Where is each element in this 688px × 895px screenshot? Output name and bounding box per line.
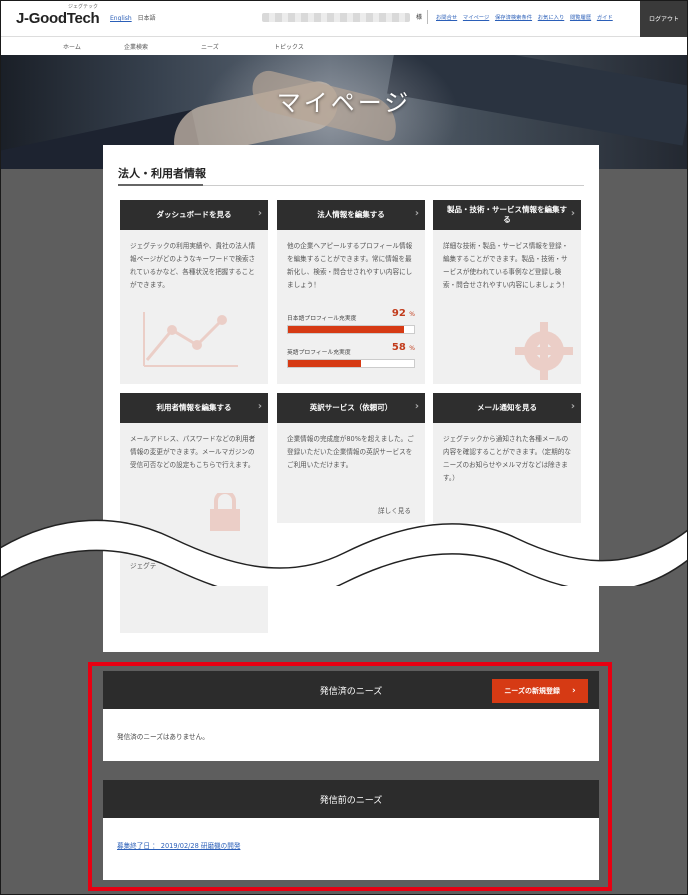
- nav-company-search[interactable]: 企業検索: [124, 42, 148, 51]
- card-products-header[interactable]: 製品・技術・サービス情報を編集する: [433, 200, 581, 230]
- profile-completion-bars: 日本語プロフィール充実度 92 % 英語プロフィール充実度 58 %: [287, 307, 415, 375]
- card-products-body: 詳細な技術・製品・サービス情報を登録・編集することができます。製品・技術・サービ…: [443, 242, 569, 289]
- lang-english-link[interactable]: English: [110, 15, 132, 22]
- nav-home[interactable]: ホーム: [63, 42, 81, 51]
- header-link-contact[interactable]: お問合せ: [436, 15, 457, 21]
- logout-button[interactable]: ログアウト: [640, 0, 688, 37]
- lang-japanese-label: 日本語: [137, 15, 156, 22]
- language-switch: English 日本語: [110, 13, 156, 22]
- card-translation-header[interactable]: 英訳サービス（依頼可）: [277, 393, 425, 423]
- card-mail-notice-body: ジェグテックから通知された各種メールの内容を確認することができます。（定期的なニ…: [443, 435, 571, 482]
- card-mail-notice-header[interactable]: メール通知を見る: [433, 393, 581, 423]
- profile-bar-en-track: [287, 359, 415, 368]
- nav-topics[interactable]: トピックス: [274, 42, 304, 51]
- profile-bar-en-fill: [288, 360, 362, 367]
- profile-bar-ja-track: [287, 325, 415, 334]
- header-link-saved-search[interactable]: 保存済検索条件: [495, 15, 532, 21]
- card-translation[interactable]: 英訳サービス（依頼可） 企業情報の完成度が80%を超えました。ご登録いただいた企…: [277, 393, 425, 523]
- card-translation-body: 企業情報の完成度が80%を超えました。ご登録いただいた企業情報の英訳サービスをご…: [287, 435, 414, 469]
- profile-bar-ja-value: 92 %: [391, 308, 415, 319]
- header-divider: [427, 10, 428, 24]
- card-dashboard-body: ジェグテックの利用実績や、貴社の法人情報ページがどのようなキーワードで検索されて…: [130, 242, 256, 289]
- card-dashboard-header[interactable]: ダッシュボードを見る: [120, 200, 268, 230]
- header-link-history[interactable]: 閲覧履歴: [570, 15, 591, 21]
- page-break-wave: [0, 519, 688, 586]
- page-title: マイページ: [276, 89, 412, 117]
- gear-icon: [515, 322, 573, 380]
- card-corporate-info-header[interactable]: 法人情報を編集する: [277, 200, 425, 230]
- profile-bar-ja: 日本語プロフィール充実度 92 %: [287, 307, 415, 341]
- logo-text: J-GoodTech: [16, 10, 100, 27]
- card-mail-notice[interactable]: メール通知を見る ジェグテックから通知された各種メールの内容を確認することができ…: [433, 393, 581, 523]
- header-link-guide[interactable]: ガイド: [597, 15, 613, 21]
- header-link-favorites[interactable]: お気に入り: [538, 15, 565, 21]
- card-dashboard[interactable]: ダッシュボードを見る ジェグテックの利用実績や、貴社の法人情報ページがどのような…: [120, 200, 268, 384]
- section-rule-accent: [118, 184, 203, 186]
- sub-navigation: ホーム 企業検索 ニーズ トピックス: [0, 37, 688, 55]
- header-link-mypage[interactable]: マイページ: [463, 15, 489, 21]
- card-user-info-body: メールアドレス、パスワードなどの利用者情報の変更ができます。メールマガジンの受信…: [130, 435, 256, 469]
- profile-bar-ja-label: 日本語プロフィール充実度: [287, 316, 357, 322]
- card-user-info-header[interactable]: 利用者情報を編集する: [120, 393, 268, 423]
- highlight-frame: [88, 662, 612, 891]
- card-products[interactable]: 製品・技術・サービス情報を編集する 詳細な技術・製品・サービス情報を登録・編集す…: [433, 200, 581, 384]
- card-corporate-info[interactable]: 法人情報を編集する 他の企業へアピールするプロフィール情報を編集することができま…: [277, 200, 425, 384]
- honorific: 様: [416, 14, 423, 21]
- section-title: 法人・利用者情報: [118, 167, 206, 180]
- site-header: ジェグテック J-GoodTech English 日本語 様 お問合せ マイペ…: [0, 0, 688, 37]
- line-chart-icon: [143, 312, 238, 367]
- profile-bar-en: 英語プロフィール充実度 58 %: [287, 341, 415, 375]
- profile-bar-ja-fill: [288, 326, 404, 333]
- logo-ruby: ジェグテック: [68, 4, 99, 10]
- profile-bar-en-label: 英語プロフィール充実度: [287, 350, 351, 356]
- header-links: お問合せ マイページ 保存済検索条件 お気に入り 閲覧履歴 ガイド: [436, 13, 617, 21]
- site-logo[interactable]: ジェグテック J-GoodTech: [16, 4, 100, 27]
- profile-bar-en-value: 58 %: [391, 342, 415, 353]
- nav-needs[interactable]: ニーズ: [201, 42, 219, 51]
- user-name-blurred: [262, 13, 410, 22]
- card-corporate-info-body: 他の企業へアピールするプロフィール情報を編集することができます。常に情報を最新化…: [287, 242, 413, 289]
